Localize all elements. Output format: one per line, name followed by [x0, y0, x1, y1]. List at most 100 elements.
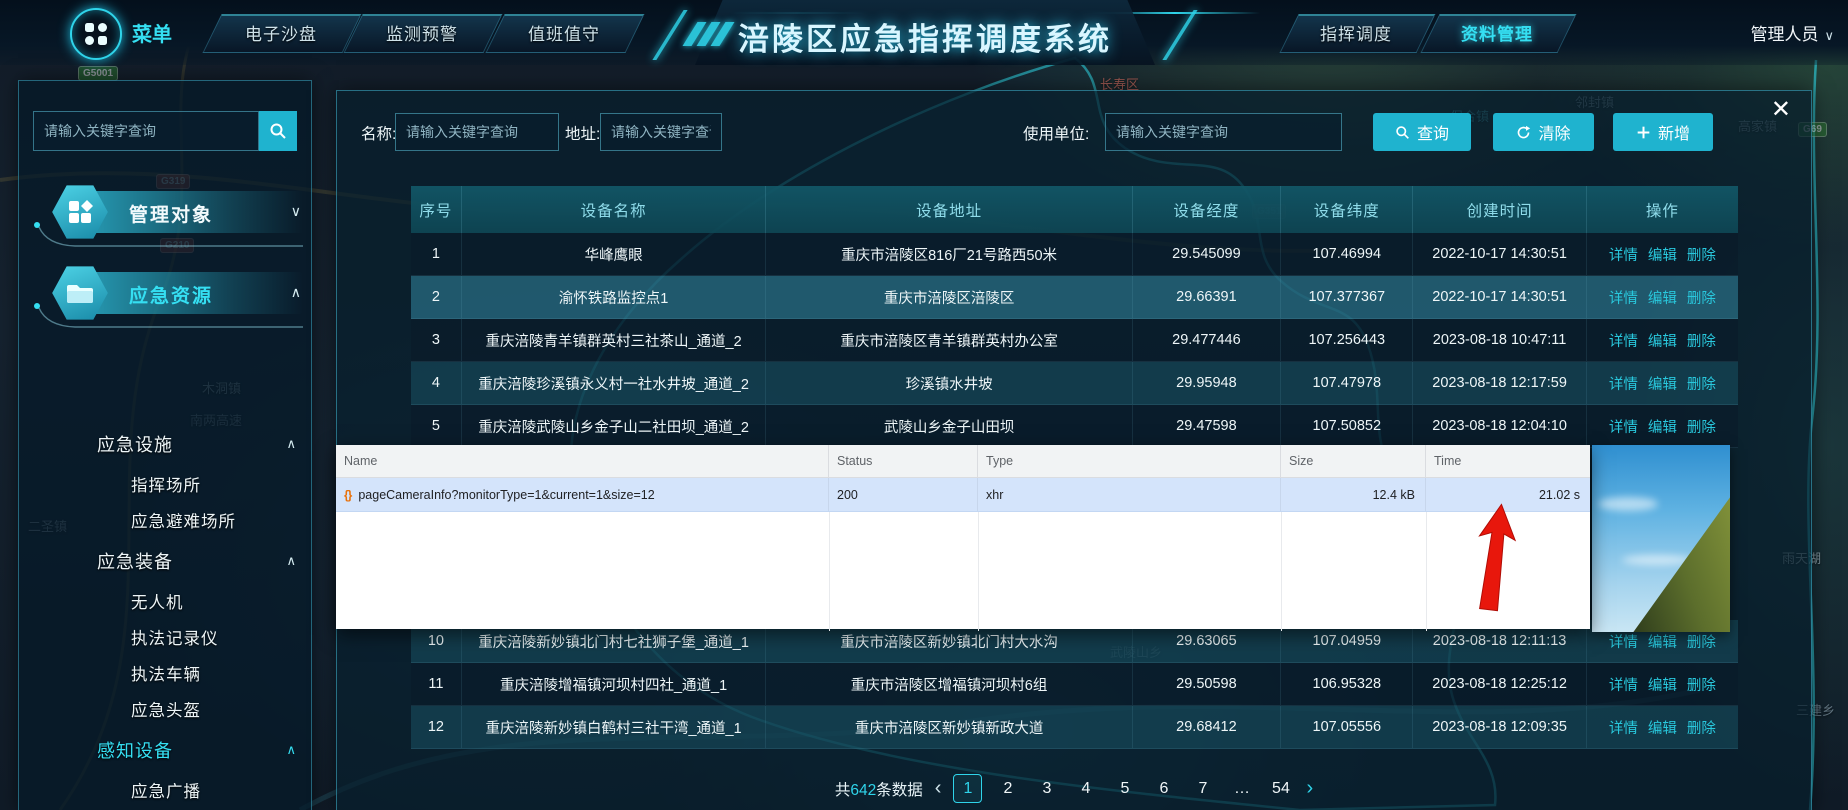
- sidebar-group-0[interactable]: 管理对象 ∨: [51, 191, 303, 233]
- edit-link[interactable]: 编辑: [1648, 631, 1677, 652]
- detail-link[interactable]: 详情: [1609, 373, 1638, 394]
- page-button-4[interactable]: 4: [1072, 775, 1099, 802]
- nav-item-0[interactable]: 电子沙盘: [245, 20, 317, 45]
- page-button-54[interactable]: 54: [1267, 775, 1294, 802]
- cell-device-name: 重庆涪陵珍溪镇永义村一社水井坡_通道_2: [462, 362, 767, 405]
- prev-page-arrow[interactable]: ‹: [935, 777, 942, 800]
- page-button-2[interactable]: 2: [994, 775, 1021, 802]
- detail-link[interactable]: 详情: [1609, 674, 1638, 695]
- group-label: 管理对象: [129, 200, 213, 227]
- nav-item-1[interactable]: 监测预警: [386, 20, 458, 45]
- chevron-up-icon[interactable]: ∧: [286, 742, 297, 758]
- next-page-arrow[interactable]: ›: [1306, 777, 1313, 800]
- nav-item-right-0[interactable]: 指挥调度: [1320, 20, 1392, 45]
- network-column-status[interactable]: Status: [829, 445, 978, 477]
- cell-index: 3: [411, 319, 462, 362]
- page-button-5[interactable]: 5: [1111, 775, 1138, 802]
- delete-link[interactable]: 删除: [1687, 244, 1716, 265]
- cell-device-name: 渝怀铁路监控点1: [462, 276, 767, 319]
- sidebar-item-6[interactable]: 执法车辆: [19, 655, 311, 691]
- filter-label-0: 名称:: [361, 122, 396, 144]
- chevron-up-icon[interactable]: ∧: [286, 553, 297, 569]
- sidebar-section-8[interactable]: 感知设备∧: [19, 727, 311, 772]
- menu-button[interactable]: 菜单: [132, 18, 172, 47]
- page-button-7[interactable]: 7: [1189, 775, 1216, 802]
- nav-item-right-1[interactable]: 资料管理: [1461, 20, 1533, 45]
- network-column-size[interactable]: Size: [1281, 445, 1426, 477]
- filter-input-0[interactable]: [395, 113, 559, 151]
- filter-input-1[interactable]: [600, 113, 722, 151]
- user-menu[interactable]: 管理人员∨: [1750, 20, 1834, 45]
- tree-label: 应急设施: [97, 431, 173, 457]
- edit-link[interactable]: 编辑: [1648, 674, 1677, 695]
- detail-link[interactable]: 详情: [1609, 244, 1638, 265]
- network-column-name[interactable]: Name: [336, 445, 829, 477]
- delete-link[interactable]: 删除: [1687, 330, 1716, 351]
- filter-label-2: 使用单位:: [1023, 122, 1089, 144]
- cell-index: 12: [411, 706, 462, 749]
- edit-link[interactable]: 编辑: [1648, 717, 1677, 738]
- sidebar-item-4[interactable]: 无人机: [19, 583, 311, 619]
- chevron-down-icon[interactable]: ∨: [291, 203, 301, 220]
- sidebar-section-3[interactable]: 应急装备∧: [19, 538, 311, 583]
- network-type-cell: xhr: [978, 478, 1281, 511]
- sidebar-item-2[interactable]: 应急避难场所: [19, 502, 311, 538]
- detail-link[interactable]: 详情: [1609, 416, 1638, 437]
- page-button-3[interactable]: 3: [1033, 775, 1060, 802]
- edit-link[interactable]: 编辑: [1648, 244, 1677, 265]
- delete-link[interactable]: 删除: [1687, 717, 1716, 738]
- add-button[interactable]: 新增: [1613, 113, 1713, 151]
- sidebar-search-input[interactable]: [33, 111, 259, 151]
- button-label: 清除: [1538, 120, 1570, 144]
- cell-latitude: 106.95328: [1281, 663, 1413, 706]
- filter-input-2[interactable]: [1105, 113, 1342, 151]
- cell-latitude: 107.46994: [1281, 233, 1413, 276]
- total-prefix: 共: [835, 782, 851, 799]
- detail-link[interactable]: 详情: [1609, 631, 1638, 652]
- detail-link[interactable]: 详情: [1609, 287, 1638, 308]
- chevron-up-icon[interactable]: ∧: [291, 284, 301, 301]
- column-header-2: 设备地址: [766, 186, 1132, 233]
- edit-link[interactable]: 编辑: [1648, 373, 1677, 394]
- nav-item-2[interactable]: 值班值守: [528, 20, 600, 45]
- cell-created-time: 2023-08-18 10:47:11: [1413, 319, 1586, 362]
- cell-device-address: 武陵山乡金子山田坝: [766, 405, 1132, 448]
- sidebar-search-button[interactable]: [259, 111, 297, 151]
- column-header-4: 设备纬度: [1281, 186, 1413, 233]
- network-grid-line: [1281, 512, 1282, 631]
- network-size-cell: 12.4 kB: [1281, 478, 1426, 511]
- detail-link[interactable]: 详情: [1609, 330, 1638, 351]
- network-time-cell: 21.02 s: [1426, 478, 1590, 511]
- sidebar-group-active[interactable]: 应急资源∧: [51, 272, 303, 314]
- delete-link[interactable]: 删除: [1687, 373, 1716, 394]
- network-request-row[interactable]: {} pageCameraInfo?monitorType=1&current=…: [336, 478, 1590, 512]
- page-button-1[interactable]: 1: [953, 774, 982, 803]
- cell-actions: 详情编辑删除: [1587, 405, 1738, 448]
- network-column-type[interactable]: Type: [978, 445, 1281, 477]
- sidebar-section-0[interactable]: 应急设施 ∧: [19, 421, 311, 466]
- cell-device-address: 珍溪镇水井坡: [766, 362, 1132, 405]
- delete-link[interactable]: 删除: [1687, 416, 1716, 437]
- sidebar-item-7[interactable]: 应急头盔: [19, 691, 311, 727]
- cell-device-address: 重庆市涪陵区青羊镇群英村办公室: [766, 319, 1132, 362]
- detail-link[interactable]: 详情: [1609, 717, 1638, 738]
- clear-button[interactable]: 清除: [1493, 113, 1594, 151]
- network-column-time[interactable]: Time: [1426, 445, 1590, 477]
- devtools-network-panel: NameStatusTypeSizeTime {} pageCameraInfo…: [336, 445, 1590, 629]
- query-button[interactable]: 查询: [1373, 113, 1471, 151]
- delete-link[interactable]: 删除: [1687, 674, 1716, 695]
- sidebar-item-1[interactable]: 指挥场所: [19, 466, 311, 502]
- delete-link[interactable]: 删除: [1687, 287, 1716, 308]
- cell-longitude: 29.47598: [1133, 405, 1281, 448]
- edit-link[interactable]: 编辑: [1648, 287, 1677, 308]
- chevron-up-icon[interactable]: ∧: [286, 436, 297, 452]
- page-button-6[interactable]: 6: [1150, 775, 1177, 802]
- edit-link[interactable]: 编辑: [1648, 416, 1677, 437]
- sidebar-item-9[interactable]: 应急广播: [19, 772, 311, 808]
- cell-device-address: 重庆市涪陵区816厂21号路西50米: [766, 233, 1132, 276]
- sidebar-item-5[interactable]: 执法记录仪: [19, 619, 311, 655]
- delete-link[interactable]: 删除: [1687, 631, 1716, 652]
- app-logo[interactable]: [70, 8, 122, 60]
- edit-link[interactable]: 编辑: [1648, 330, 1677, 351]
- cell-device-name: 华峰鹰眼: [462, 233, 767, 276]
